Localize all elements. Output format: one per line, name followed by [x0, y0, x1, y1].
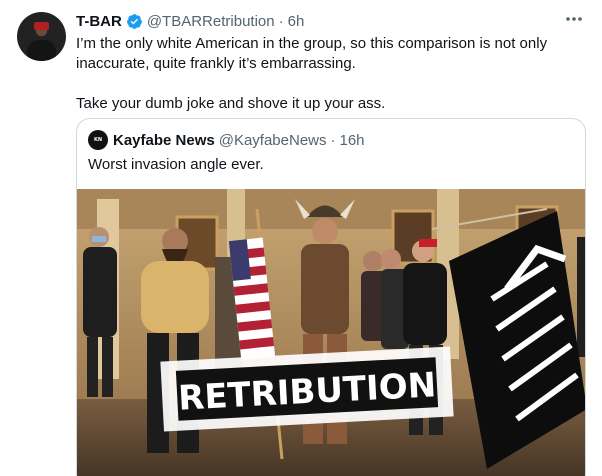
- author-handle[interactable]: @TBARRetribution: [147, 13, 275, 30]
- quoted-avatar-logo: KN: [93, 137, 103, 143]
- quoted-author-handle: @KayfabeNews: [218, 131, 327, 149]
- quoted-tweet-header: KN Kayfabe News @KayfabeNews · 16h: [88, 130, 365, 150]
- verified-badge-icon: [126, 13, 143, 30]
- separator-dot: ·: [330, 131, 336, 149]
- quoted-tweet[interactable]: KN Kayfabe News @KayfabeNews · 16h Worst…: [76, 118, 586, 476]
- quoted-tweet-photo[interactable]: RETRIBUTION: [77, 189, 585, 476]
- quoted-tweet-timestamp: 16h: [339, 131, 365, 149]
- quoted-author-avatar: KN: [88, 130, 108, 150]
- tweet-text: I’m the only white American in the group…: [76, 34, 586, 114]
- avatar-mask-detail: [34, 22, 49, 30]
- photo-illustration: RETRIBUTION: [77, 189, 585, 476]
- avatar-body-detail: [27, 40, 56, 61]
- tweet-timestamp[interactable]: 6h: [288, 13, 305, 30]
- quoted-tweet-text: Worst invasion angle ever.: [88, 156, 264, 173]
- tweet-text-paragraph: I’m the only white American in the group…: [76, 35, 548, 72]
- more-horizontal-icon[interactable]: [564, 12, 584, 30]
- author-name[interactable]: T-BAR: [76, 13, 122, 30]
- tweet-text-paragraph: Take your dumb joke and shove it up your…: [76, 95, 386, 112]
- separator-dot: ·: [278, 12, 284, 30]
- tweet[interactable]: T-BAR @TBARRetribution · 6h I’m the only…: [0, 0, 602, 476]
- quoted-author-name: Kayfabe News: [113, 131, 215, 149]
- author-avatar[interactable]: [17, 12, 66, 61]
- tweet-header: T-BAR @TBARRetribution · 6h: [76, 11, 304, 31]
